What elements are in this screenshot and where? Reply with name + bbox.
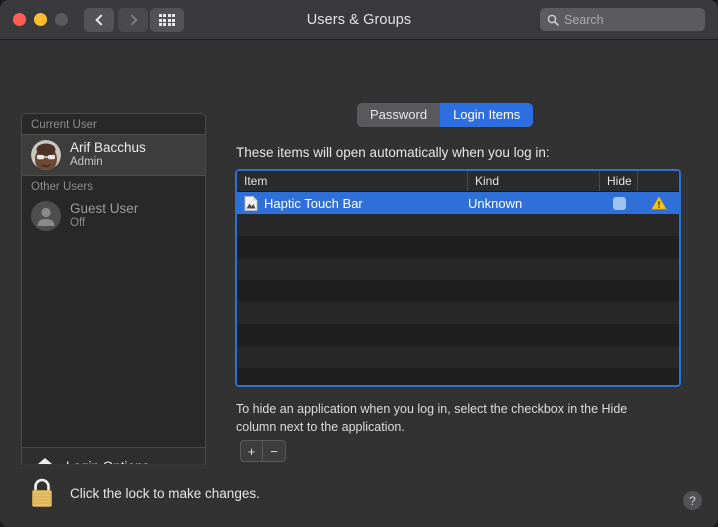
column-header-item[interactable]: Item [237, 171, 468, 191]
column-header-kind[interactable]: Kind [468, 171, 600, 191]
user-name: Guest User [70, 201, 139, 217]
tab-login-items[interactable]: Login Items [440, 103, 534, 127]
user-name: Arif Bacchus [70, 140, 146, 156]
page-title-text: Users & Groups [306, 12, 412, 28]
table-cell-warning [638, 196, 679, 210]
table-row[interactable] [237, 236, 679, 258]
hide-column-hint: To hide an application when you log in, … [236, 402, 628, 435]
remove-login-item-button[interactable]: − [263, 441, 285, 461]
lock-message: Click the lock to make changes. [70, 485, 260, 501]
sidebar-item-text: Guest User Off [70, 201, 138, 230]
table-header-row: Item Kind Hide [237, 171, 679, 192]
table-cell-item-label: Haptic Touch Bar [264, 195, 363, 211]
photo-avatar-icon [31, 140, 61, 170]
search-input-placeholder: Search [564, 12, 604, 27]
table-row[interactable] [237, 280, 679, 302]
user-status: Admin [70, 155, 103, 168]
search-field[interactable]: Search [540, 8, 705, 31]
table-cell-item: Haptic Touch Bar [237, 196, 468, 211]
person-silhouette-icon [31, 201, 61, 231]
table-row[interactable] [237, 346, 679, 368]
users-and-groups-window: Users & Groups Search Current User Arif … [0, 0, 718, 527]
window-footer: Click the lock to make changes. ? [0, 465, 718, 527]
lock-row[interactable]: Click the lock to make changes. [28, 477, 260, 509]
table-row[interactable]: Haptic Touch Bar Unknown [237, 192, 679, 214]
table-row[interactable] [237, 368, 679, 385]
table-cell-kind: Unknown [468, 195, 523, 211]
sidebar-item-guest-user[interactable]: Guest User Off [22, 196, 205, 236]
user-list-sidebar: Current User Arif Bacchus Admin Other Us… [21, 113, 206, 486]
avatar [31, 140, 61, 170]
lock-closed-icon[interactable] [28, 477, 56, 509]
table-row[interactable] [237, 258, 679, 280]
tab-password[interactable]: Password [357, 103, 441, 127]
sidebar-group-header-current-user: Current User [22, 114, 205, 134]
hide-checkbox[interactable] [612, 196, 626, 210]
sidebar-group-header-other-users: Other Users [22, 176, 205, 196]
document-file-icon [244, 195, 258, 211]
window-titlebar: Users & Groups Search [0, 0, 718, 40]
window-body: Current User Arif Bacchus Admin Other Us… [0, 40, 718, 527]
help-button[interactable]: ? [683, 491, 702, 510]
search-icon [547, 14, 559, 26]
user-status: Off [70, 216, 86, 229]
table-cell-hide[interactable] [600, 196, 638, 210]
add-login-item-button[interactable]: + [241, 441, 263, 461]
sidebar-item-arif-bacchus[interactable]: Arif Bacchus Admin [22, 134, 205, 176]
login-items-description: These items will open automatically when… [236, 145, 550, 160]
column-header-hide[interactable]: Hide [600, 171, 638, 191]
column-header-blank[interactable] [638, 171, 679, 191]
warning-triangle-icon [650, 196, 667, 210]
avatar [31, 201, 61, 231]
table-row[interactable] [237, 324, 679, 346]
table-row[interactable] [237, 302, 679, 324]
tab-bar: Password Login Items [357, 103, 534, 127]
table-row[interactable] [237, 214, 679, 236]
login-item-add-remove-group: + − [240, 440, 286, 462]
login-items-table[interactable]: Item Kind Hide Haptic Touch Bar Unknown [235, 169, 681, 387]
sidebar-item-text: Arif Bacchus Admin [70, 140, 146, 169]
